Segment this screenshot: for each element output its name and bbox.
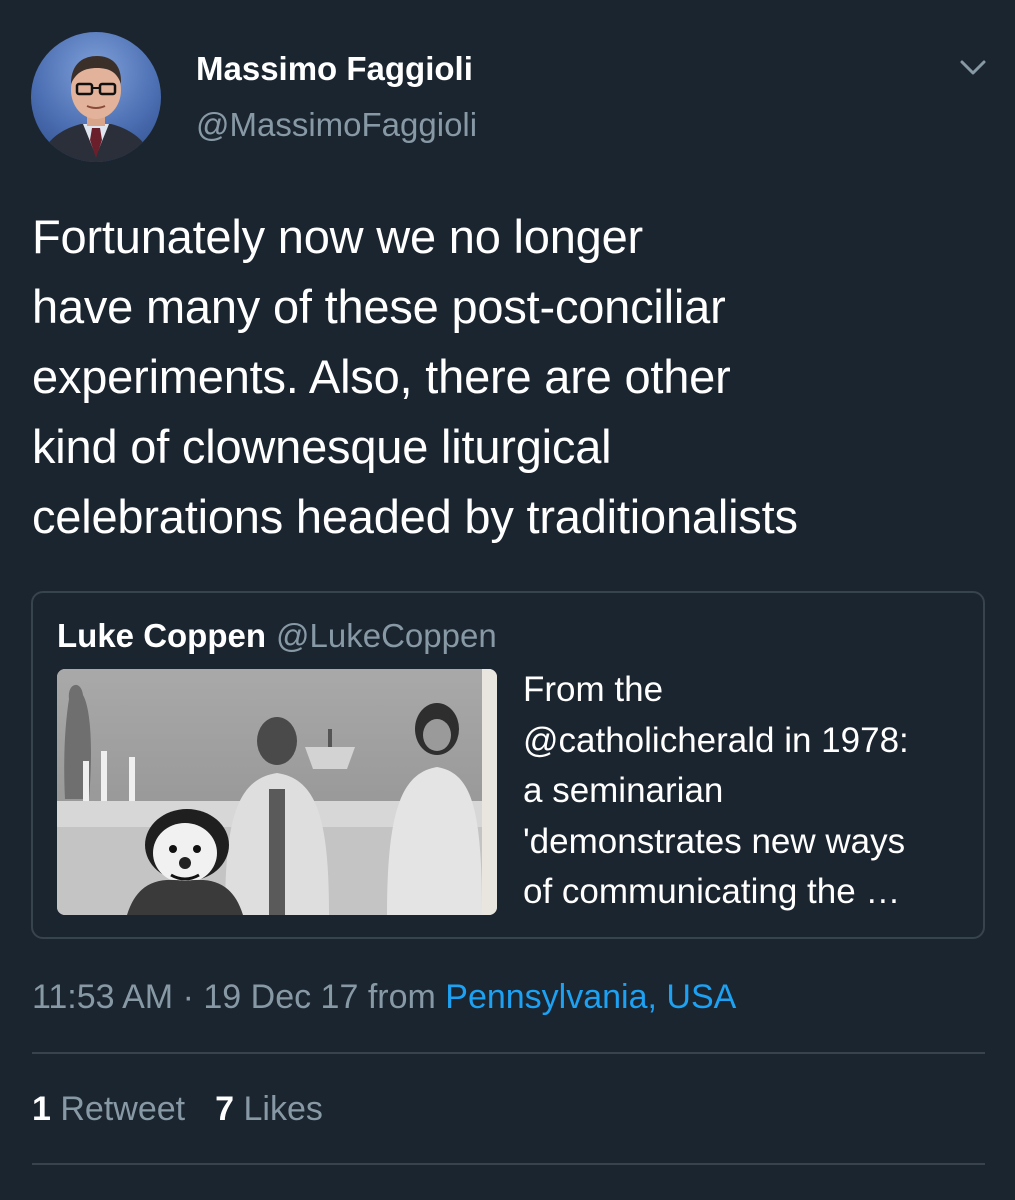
quoted-author-name: Luke Coppen (57, 617, 267, 654)
tweet-timestamp: 11:53 AM · 19 Dec 17 from Pennsylvania, … (32, 978, 736, 1017)
location-link[interactable]: Pennsylvania, USA (445, 978, 736, 1016)
author-handle[interactable]: @MassimoFaggioli (196, 106, 477, 144)
author-avatar[interactable] (31, 32, 161, 162)
likes-stat[interactable]: 7 Likes (215, 1090, 323, 1128)
tweet-detail: Massimo Faggioli @MassimoFaggioli Fortun… (0, 0, 1015, 1200)
quoted-tweet-text: From the @catholicherald in 1978: a semi… (523, 670, 909, 911)
quoted-photo[interactable] (57, 669, 497, 915)
retweets-stat[interactable]: 1 Retweet (32, 1090, 185, 1128)
quoted-tweet-card[interactable]: Luke Coppen @LukeCoppen From the @cathol… (31, 591, 985, 939)
engagement-stats: 1 Retweet 7 Likes (32, 1090, 323, 1129)
quoted-author: Luke Coppen @LukeCoppen (57, 617, 497, 655)
chevron-down-icon[interactable] (956, 56, 990, 80)
likes-label: Likes (243, 1090, 323, 1128)
author-name[interactable]: Massimo Faggioli (196, 50, 473, 88)
timestamp-separator: · (182, 978, 194, 1016)
likes-count: 7 (215, 1090, 235, 1128)
tweet-text: Fortunately now we no longer have many o… (32, 210, 798, 543)
retweets-count: 1 (32, 1090, 51, 1128)
divider (32, 1052, 985, 1054)
clown-mass-photo-icon (57, 669, 497, 915)
avatar-photo-icon (39, 56, 153, 162)
divider (32, 1163, 985, 1165)
tweet-time[interactable]: 11:53 AM (32, 978, 173, 1016)
quoted-author-handle: @LukeCoppen (276, 617, 497, 654)
tweet-date[interactable]: 19 Dec 17 (203, 978, 358, 1016)
retweets-label: Retweet (60, 1090, 186, 1128)
from-label: from (367, 978, 436, 1016)
